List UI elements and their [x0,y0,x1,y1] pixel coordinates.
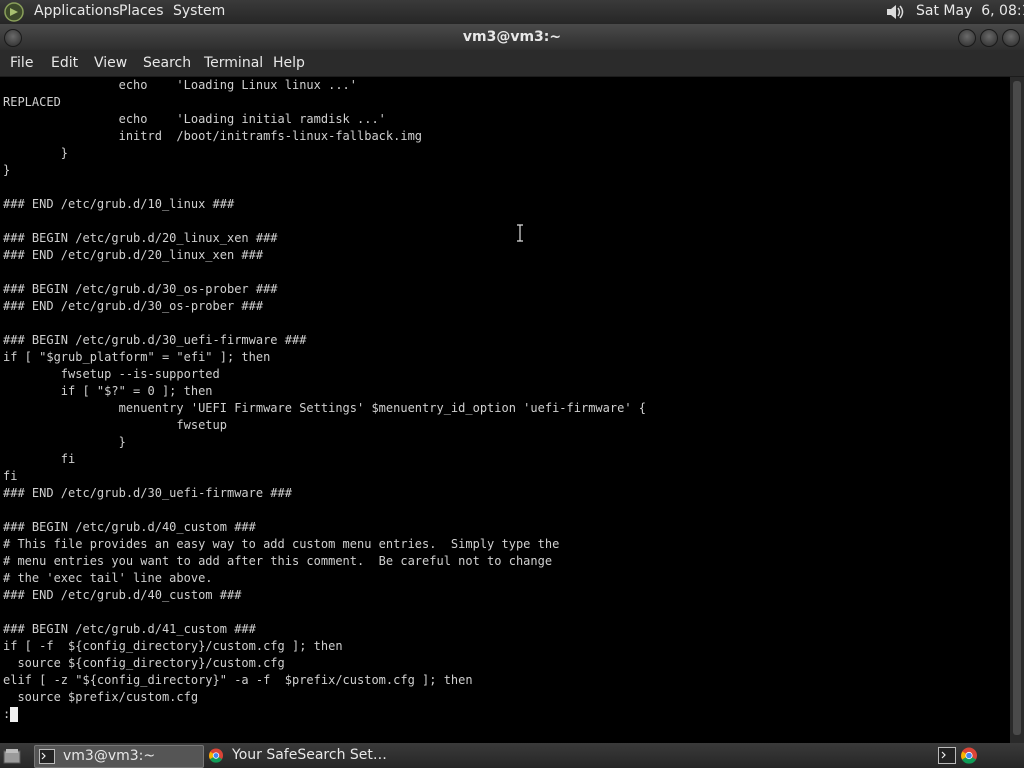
terminal-line: # This file provides an easy way to add … [3,537,560,551]
terminal-line: ### BEGIN /etc/grub.d/40_custom ### [3,520,256,534]
terminal-line: echo 'Loading Linux linux ...' [3,78,358,92]
terminal-line: fi [3,452,76,466]
terminal-line: if [ "$?" = 0 ]; then [3,384,213,398]
terminal-line: menuentry 'UEFI Firmware Settings' $menu… [3,401,646,415]
search-menu[interactable]: Search [143,55,191,71]
terminal-line: } [3,146,69,160]
taskbar-item-terminal[interactable]: vm3@vm3:~ [34,745,204,768]
terminal-line: ### BEGIN /etc/grub.d/41_custom ### [3,622,256,636]
show-desktop-icon[interactable] [3,747,21,764]
view-menu[interactable]: View [94,55,127,71]
terminal-line: if [ -f ${config_directory}/custom.cfg ]… [3,639,343,653]
places-menu[interactable]: Places [119,3,164,19]
close-button[interactable] [1002,29,1020,47]
help-menu[interactable]: Help [273,55,305,71]
chrome-icon [208,748,224,763]
terminal-line: # menu entries you want to add after thi… [3,554,553,568]
window-title: vm3@vm3:~ [462,29,562,45]
taskbar-item-browser[interactable]: Your SafeSearch Set… [204,745,404,766]
taskbar-item-label: vm3@vm3:~ [63,748,156,764]
terminal-line: elif [ -z "${config_directory}" -a -f $p… [3,673,473,687]
taskbar-item-label: Your SafeSearch Set… [232,747,387,763]
scrollbar-thumb[interactable] [1013,81,1021,735]
window-menu-button[interactable] [4,29,22,47]
terminal-text: echo 'Loading Linux linux ...' REPLACED … [3,77,646,723]
top-panel: Applications Places System Sat May 6, 08… [0,0,1024,24]
terminal-line: if [ "$grub_platform" = "efi" ]; then [3,350,271,364]
terminal-line: # the 'exec tail' line above. [3,571,213,585]
terminal-line: } [3,163,11,177]
file-menu[interactable]: File [10,55,33,71]
clock[interactable]: Sat May 6, 08:19 [916,3,1024,19]
maximize-button[interactable] [980,29,998,47]
terminal-menu[interactable]: Terminal [204,55,263,71]
terminal-line: ### BEGIN /etc/grub.d/30_uefi-firmware #… [3,333,307,347]
terminal-line: ### BEGIN /etc/grub.d/30_os-prober ### [3,282,278,296]
terminal-line: initrd /boot/initramfs-linux-fallback.im… [3,129,423,143]
edit-menu[interactable]: Edit [51,55,78,71]
terminal-line: ### END /etc/grub.d/10_linux ### [3,197,235,211]
terminal-line: ### END /etc/grub.d/30_os-prober ### [3,299,264,313]
terminal-icon [39,749,55,764]
terminal-menubar: File Edit View Search Terminal Help [0,50,1024,76]
terminal-line: source ${config_directory}/custom.cfg [3,656,285,670]
minimize-button[interactable] [958,29,976,47]
chrome-tray-icon[interactable] [960,747,978,764]
terminal-scrollbar[interactable] [1010,77,1024,743]
text-cursor [10,707,18,722]
distro-logo-icon[interactable] [4,2,24,22]
terminal-line: fwsetup [3,418,227,432]
terminal-line: ### BEGIN /etc/grub.d/20_linux_xen ### [3,231,278,245]
system-menu[interactable]: System [173,3,225,19]
applications-menu[interactable]: Applications [34,3,120,19]
terminal-output[interactable]: echo 'Loading Linux linux ...' REPLACED … [0,77,1010,743]
window-titlebar[interactable]: vm3@vm3:~ [0,24,1024,50]
terminal-line: fi [3,469,18,483]
bottom-taskbar: vm3@vm3:~ Your SafeSearch Set… [0,743,1024,768]
terminal-line: fwsetup --is-supported [3,367,220,381]
terminal-line: source $prefix/custom.cfg [3,690,199,704]
terminal-line: echo 'Loading initial ramdisk ...' [3,112,386,126]
terminal-line: ### END /etc/grub.d/20_linux_xen ### [3,248,264,262]
terminal-line: ### END /etc/grub.d/40_custom ### [3,588,242,602]
terminal-tray-icon[interactable] [938,747,956,764]
terminal-line: ### END /etc/grub.d/30_uefi-firmware ### [3,486,292,500]
volume-icon[interactable] [884,2,906,22]
ibeam-cursor-icon [517,224,523,242]
terminal-line: } [3,435,126,449]
terminal-line: REPLACED [3,95,61,109]
